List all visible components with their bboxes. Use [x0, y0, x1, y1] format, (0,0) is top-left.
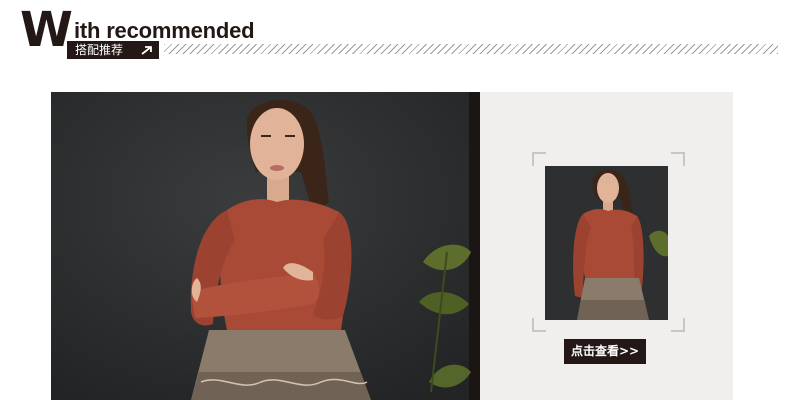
section-subtitle-tag: 搭配推荐 — [67, 41, 159, 59]
decorative-hatch-divider — [164, 44, 778, 54]
frame-corner-bottom-right — [671, 318, 685, 332]
frame-corner-top-right — [671, 152, 685, 166]
section-header: W ith recommended 搭配推荐 — [0, 0, 790, 70]
recommended-item-thumbnail[interactable] — [545, 166, 668, 320]
section-subtitle: 搭配推荐 — [75, 43, 124, 57]
section-title-initial: W — [20, 2, 73, 58]
frame-corner-top-left — [532, 152, 546, 166]
model-illustration — [51, 92, 481, 400]
main-product-photo — [51, 92, 481, 400]
arrow-icon — [141, 46, 152, 55]
view-details-button[interactable]: 点击查看>> — [564, 339, 646, 364]
frame-corner-bottom-left — [532, 318, 546, 332]
section-title: ith recommended — [74, 18, 255, 43]
thumbnail-illustration — [545, 166, 668, 320]
